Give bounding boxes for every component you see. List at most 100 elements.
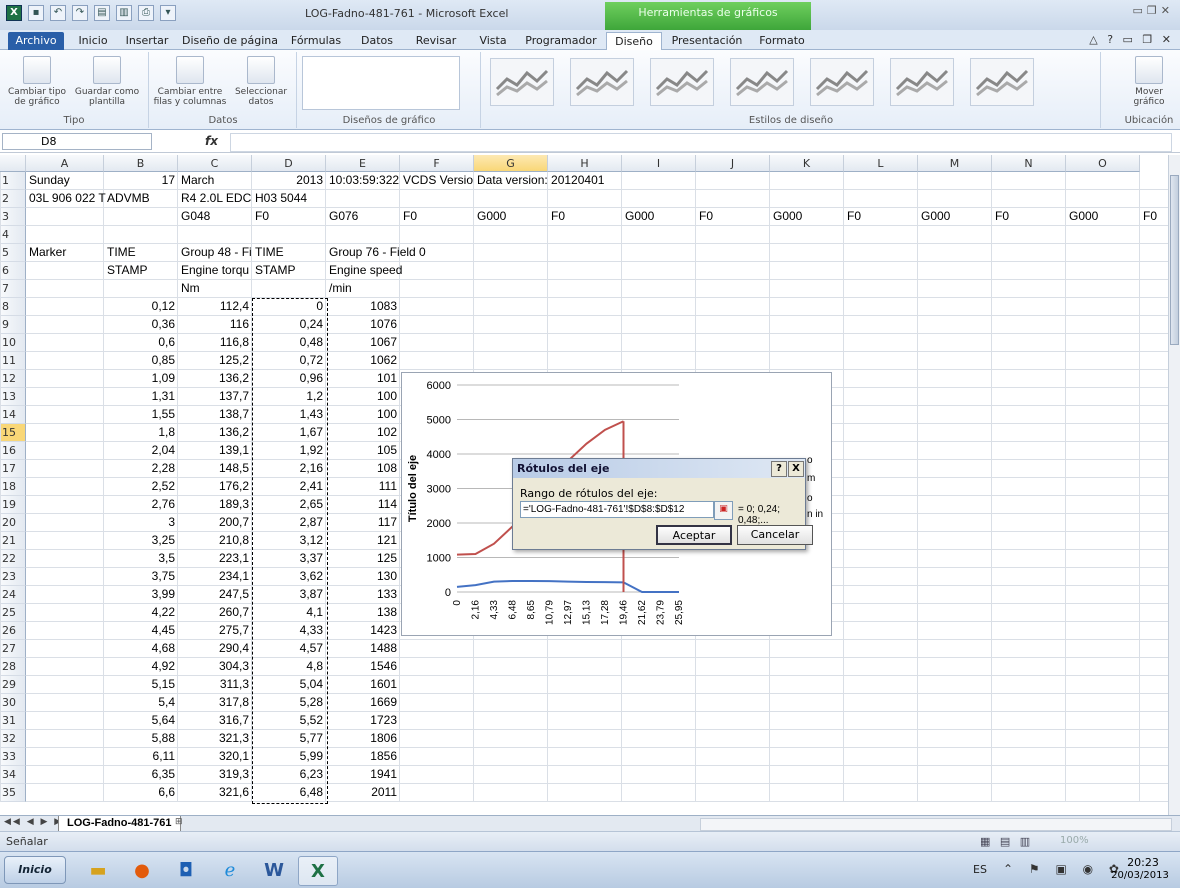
- cell[interactable]: Nm: [181, 280, 200, 297]
- internet-explorer-icon[interactable]: ℯ: [210, 856, 250, 886]
- cell[interactable]: 234,1: [178, 568, 252, 585]
- collapse-dialog-icon[interactable]: ▣: [714, 501, 733, 520]
- row-header[interactable]: 29: [0, 676, 26, 694]
- cell[interactable]: 2011: [326, 784, 400, 801]
- cell[interactable]: 1,31: [104, 388, 178, 405]
- cell[interactable]: 2,52: [104, 478, 178, 495]
- switch-row-column-button[interactable]: Cambiar entre filas y columnas: [152, 56, 228, 107]
- cell[interactable]: 3: [104, 514, 178, 531]
- name-box[interactable]: D8: [2, 133, 152, 150]
- cell[interactable]: 3,75: [104, 568, 178, 585]
- cell[interactable]: 319,3: [178, 766, 252, 783]
- cell[interactable]: G000: [625, 208, 654, 225]
- cell[interactable]: 139,1: [178, 442, 252, 459]
- row-header[interactable]: 10: [0, 334, 26, 352]
- cell[interactable]: 0,85: [104, 352, 178, 369]
- cell[interactable]: 3,5: [104, 550, 178, 567]
- cell[interactable]: 247,5: [178, 586, 252, 603]
- cell[interactable]: 116: [178, 316, 252, 333]
- cell[interactable]: 189,3: [178, 496, 252, 513]
- cell[interactable]: 1,55: [104, 406, 178, 423]
- cell[interactable]: 321,3: [178, 730, 252, 747]
- cell[interactable]: Marker: [29, 244, 66, 261]
- horizontal-scrollbar[interactable]: [700, 818, 1172, 831]
- cell[interactable]: 1669: [326, 694, 400, 711]
- cell[interactable]: 3,99: [104, 586, 178, 603]
- cell[interactable]: 1062: [326, 352, 400, 369]
- row-header[interactable]: 14: [0, 406, 26, 424]
- cell[interactable]: TIME: [107, 244, 136, 261]
- excel-taskbar-icon[interactable]: X: [298, 856, 338, 886]
- cell[interactable]: G076: [329, 208, 358, 225]
- cell[interactable]: 17: [104, 172, 178, 189]
- cell[interactable]: Group 76 - Field 0: [329, 244, 426, 261]
- start-button[interactable]: Inicio: [4, 856, 66, 884]
- cell[interactable]: 2,76: [104, 496, 178, 513]
- row-header[interactable]: 5: [0, 244, 26, 262]
- column-header[interactable]: F: [400, 155, 474, 172]
- cell[interactable]: 275,7: [178, 622, 252, 639]
- vertical-scrollbar[interactable]: [1168, 155, 1180, 815]
- tab-insertar[interactable]: Insertar: [118, 32, 176, 50]
- tab-presentacion[interactable]: Presentación: [664, 32, 750, 50]
- row-header[interactable]: 3: [0, 208, 26, 226]
- cell[interactable]: G000: [773, 208, 802, 225]
- save-template-button[interactable]: Guardar como plantilla: [72, 56, 142, 107]
- row-header[interactable]: 2: [0, 190, 26, 208]
- cell[interactable]: G000: [1069, 208, 1098, 225]
- clock-time[interactable]: 20:23: [1113, 856, 1173, 869]
- cell[interactable]: 03L 906 022 T: [29, 190, 106, 207]
- dialog-close-button[interactable]: X: [788, 461, 804, 477]
- cell[interactable]: 1,8: [104, 424, 178, 441]
- undo-icon[interactable]: ↶: [50, 5, 66, 21]
- row-header[interactable]: 4: [0, 226, 26, 244]
- tab-formulas[interactable]: Fórmulas: [284, 32, 348, 50]
- restore-icon[interactable]: ❐: [1147, 4, 1161, 17]
- quick-print-icon[interactable]: ▥: [116, 5, 132, 21]
- cell[interactable]: 1806: [326, 730, 400, 747]
- cell[interactable]: 114: [326, 496, 400, 513]
- row-header[interactable]: 13: [0, 388, 26, 406]
- cell[interactable]: 1488: [326, 640, 400, 657]
- cell[interactable]: 260,7: [178, 604, 252, 621]
- cell[interactable]: March: [181, 172, 214, 189]
- row-header[interactable]: 22: [0, 550, 26, 568]
- chart-style-thumb[interactable]: [730, 58, 794, 106]
- cell[interactable]: G048: [181, 208, 210, 225]
- row-header[interactable]: 30: [0, 694, 26, 712]
- cell[interactable]: 5,15: [104, 676, 178, 693]
- cell[interactable]: 10:03:59:322: [329, 172, 399, 189]
- cell[interactable]: 200,7: [178, 514, 252, 531]
- cell[interactable]: 2013: [252, 172, 326, 189]
- cell[interactable]: 117: [326, 514, 400, 531]
- column-header[interactable]: C: [178, 155, 252, 172]
- column-header[interactable]: O: [1066, 155, 1140, 172]
- tab-datos[interactable]: Datos: [352, 32, 402, 50]
- tab-formato[interactable]: Formato: [754, 32, 810, 50]
- row-header[interactable]: 9: [0, 316, 26, 334]
- row-header[interactable]: 12: [0, 370, 26, 388]
- cell[interactable]: 223,1: [178, 550, 252, 567]
- cell[interactable]: 100: [326, 406, 400, 423]
- cell[interactable]: F0: [995, 208, 1009, 225]
- cell[interactable]: Engine torqu: [181, 262, 249, 279]
- cell[interactable]: 125: [326, 550, 400, 567]
- cell[interactable]: 316,7: [178, 712, 252, 729]
- row-header[interactable]: 6: [0, 262, 26, 280]
- cell[interactable]: Data version: 20120401: [477, 172, 604, 189]
- row-header[interactable]: 25: [0, 604, 26, 622]
- cell[interactable]: 0,12: [104, 298, 178, 315]
- cell[interactable]: VCDS Versio: [403, 172, 473, 189]
- dialog-help-button[interactable]: ?: [771, 461, 787, 477]
- cell[interactable]: 101: [326, 370, 400, 387]
- clock-date[interactable]: 20/03/2013: [1105, 870, 1175, 881]
- row-header[interactable]: 34: [0, 766, 26, 784]
- cell[interactable]: 121: [326, 532, 400, 549]
- cell[interactable]: 290,4: [178, 640, 252, 657]
- cell[interactable]: G000: [921, 208, 950, 225]
- cell[interactable]: 105: [326, 442, 400, 459]
- column-header[interactable]: E: [326, 155, 400, 172]
- cell[interactable]: 1423: [326, 622, 400, 639]
- row-header[interactable]: 11: [0, 352, 26, 370]
- axis-range-input[interactable]: ='LOG-Fadno-481-761'!$D$8:$D$12: [520, 501, 714, 518]
